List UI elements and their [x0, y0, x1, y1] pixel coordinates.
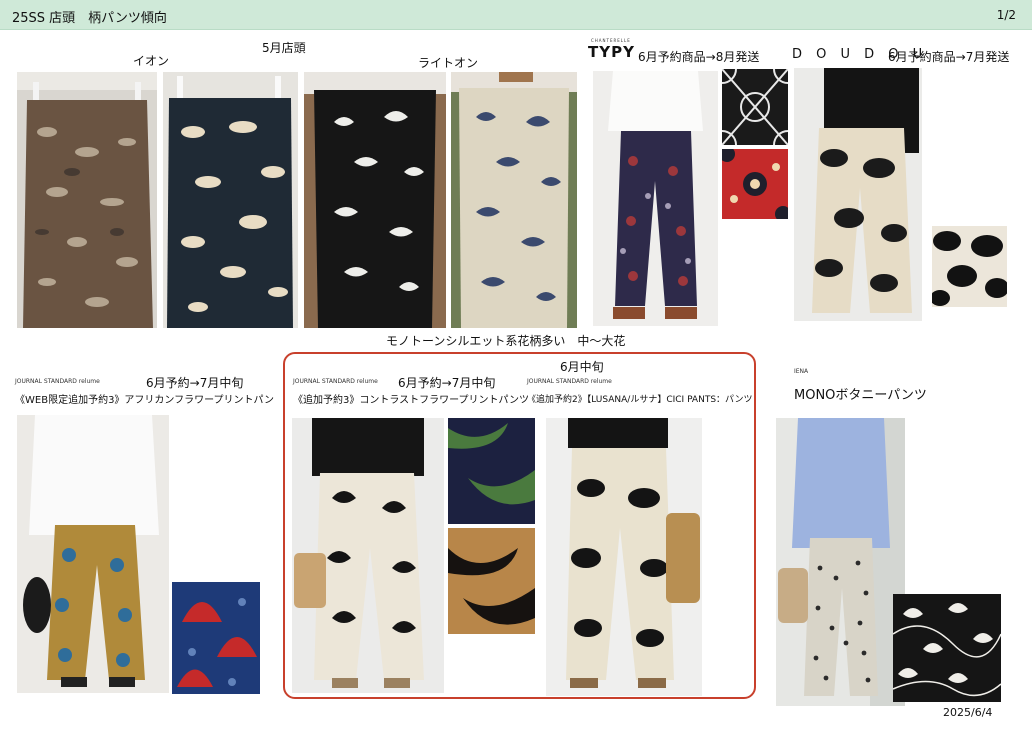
- photo-lighton-beige-leaf-pants: [451, 72, 577, 328]
- js-contrast-brand: JOURNAL STANDARD relume: [293, 378, 378, 385]
- photo-js-african-model: [17, 415, 169, 693]
- js-lusana-brand: JOURNAL STANDARD relume: [527, 378, 612, 385]
- swatch-doudou-black-floral: [932, 226, 1007, 307]
- june-mid-label: 6月中旬: [560, 360, 604, 374]
- swatch-js-contrast-brown-black: [448, 528, 535, 634]
- swatch-typy-monochrome: [722, 69, 788, 145]
- iena-brand: IENA: [794, 368, 809, 375]
- swatch-typy-red: [722, 149, 788, 219]
- document-date: 2025/6/4: [943, 706, 993, 719]
- photo-iena-model: [776, 418, 905, 706]
- js-contrast-product: 《追加予約3》コントラストフラワープリントパンツ: [293, 395, 530, 406]
- typy-logo: TYPY: [588, 43, 635, 61]
- iena-product: MONOボタニーパンツ: [794, 388, 927, 403]
- page-number: 1/2: [996, 8, 1016, 22]
- photo-may-store-navy-floral-pants: [163, 72, 298, 328]
- js-contrast-note: 6月予約→7月中旬: [398, 376, 496, 390]
- photo-js-contrast-model: [292, 418, 444, 693]
- js-african-product: 《WEB限定追加予約3》アフリカンフラワープリントパン: [15, 395, 275, 406]
- monotone-trend-note: モノトーンシルエット系花柄多い 中～大花: [386, 334, 626, 348]
- js-lusana-product: 《追加予約2》【LUSANA/ルサナ】CICI PANTS：パンツ: [527, 395, 753, 405]
- js-african-brand: JOURNAL STANDARD relume: [15, 378, 100, 385]
- typy-note: 6月予約商品→8月発送: [638, 50, 760, 64]
- swatch-iena-botanical: [893, 594, 1001, 702]
- doudou-note: 6月予約商品→7月発送: [888, 50, 1010, 64]
- swatch-js-african-blue-red: [172, 582, 260, 694]
- photo-aeon-brown-floral-pants: [17, 72, 157, 328]
- swatch-js-contrast-green-navy: [448, 418, 535, 524]
- photo-doudou-model-black-floral-pants: [794, 68, 922, 321]
- js-african-note: 6月予約→7月中旬: [146, 376, 244, 390]
- label-may-store: 5月店頭: [262, 41, 306, 55]
- page-title: 25SS 店頭 柄パンツ傾向: [12, 11, 167, 26]
- photo-lighton-black-leaf-pants: [304, 72, 446, 328]
- header-bar: 25SS 店頭 柄パンツ傾向 1/2: [0, 0, 1032, 30]
- photo-typy-model-paisley-pants: [593, 71, 718, 326]
- label-lighton: ライトオン: [418, 56, 479, 70]
- photo-js-lusana-model: [546, 418, 702, 696]
- label-aeon: イオン: [133, 54, 170, 68]
